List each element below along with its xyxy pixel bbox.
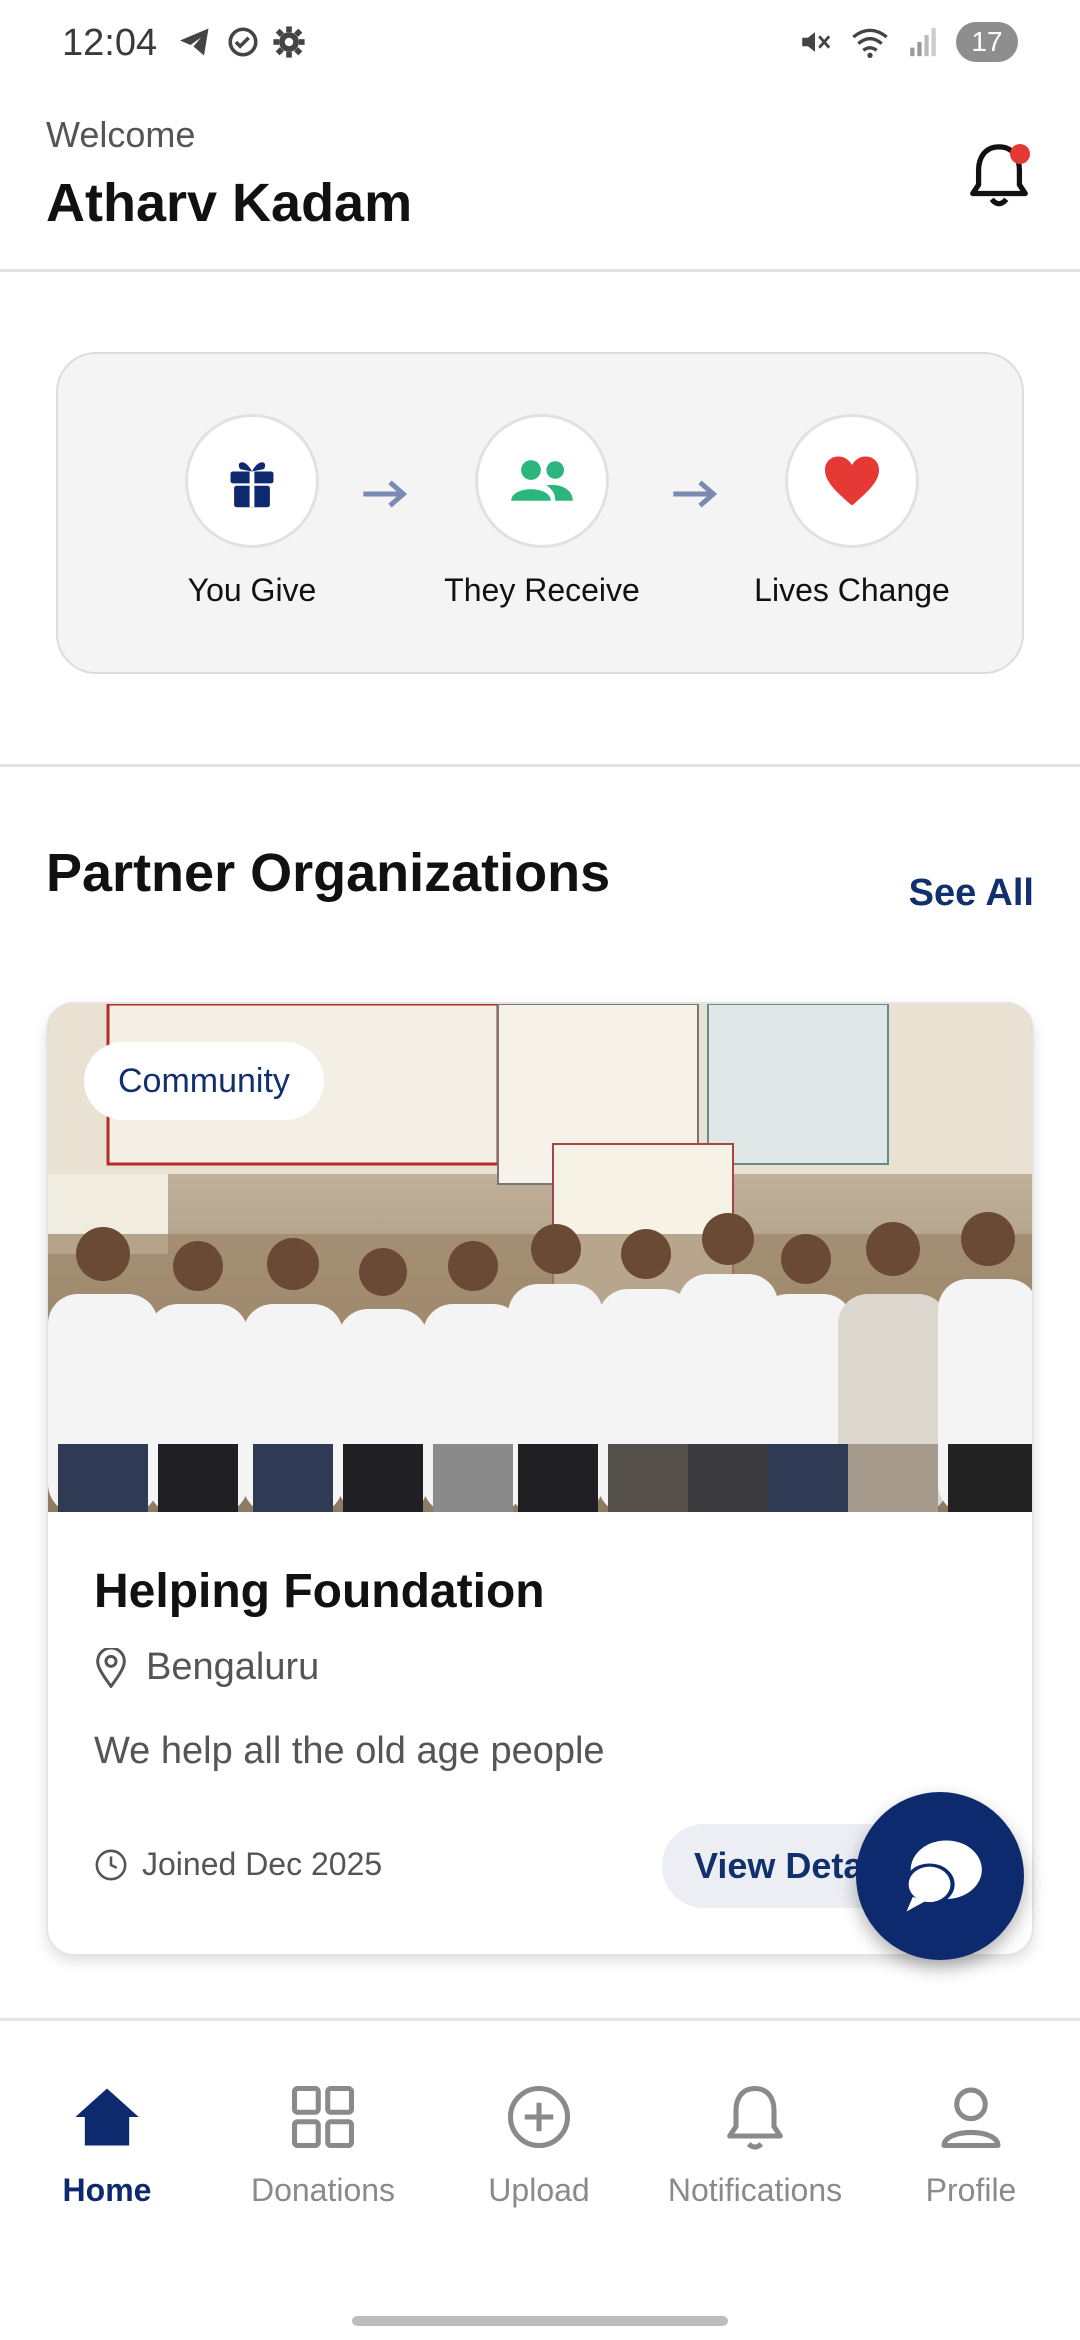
nav-notifications[interactable]: Notifications bbox=[650, 2079, 860, 2209]
status-bar: 12:04 17 bbox=[0, 0, 1080, 90]
flow-step-circle bbox=[475, 414, 609, 548]
wifi-icon bbox=[852, 28, 888, 58]
telegram-icon bbox=[180, 28, 209, 56]
section-divider bbox=[0, 764, 1080, 767]
organization-description: We help all the old age people bbox=[94, 1730, 605, 1772]
section-title: Partner Organizations bbox=[46, 843, 611, 903]
status-time: 12:04 bbox=[62, 22, 158, 64]
settings-gear-icon bbox=[273, 26, 305, 58]
nav-label: Notifications bbox=[667, 2172, 843, 2208]
organization-location: Bengaluru bbox=[94, 1646, 319, 1689]
arrow-right-icon bbox=[673, 480, 718, 508]
bell-icon bbox=[727, 2085, 783, 2150]
people-icon bbox=[511, 460, 573, 501]
home-icon bbox=[75, 2088, 139, 2146]
mute-icon bbox=[802, 32, 831, 52]
clock-icon bbox=[95, 1849, 127, 1880]
plus-circle-icon bbox=[507, 2085, 571, 2149]
organization-photo: Community bbox=[48, 1004, 1032, 1512]
nav-label: Profile bbox=[925, 2172, 1017, 2208]
nav-label: Upload bbox=[488, 2172, 590, 2208]
status-left-icons bbox=[176, 24, 306, 60]
grid-icon bbox=[291, 2085, 355, 2149]
flow-step-label: Lives Change bbox=[754, 572, 950, 608]
flow-step-change: Lives Change bbox=[732, 414, 972, 609]
joined-text: Joined Dec 2025 bbox=[142, 1846, 383, 1882]
check-circle-icon bbox=[228, 27, 258, 57]
nav-upload[interactable]: Upload bbox=[434, 2079, 644, 2209]
welcome-label: Welcome bbox=[46, 114, 196, 155]
nav-home[interactable]: Home bbox=[2, 2079, 212, 2209]
gift-icon bbox=[230, 462, 274, 508]
flow-step-label: You Give bbox=[187, 572, 317, 608]
flow-step-circle bbox=[185, 414, 319, 548]
arrow-right-icon bbox=[363, 480, 408, 508]
joined-date: Joined Dec 2025 bbox=[94, 1846, 382, 1883]
organization-name: Helping Foundation bbox=[94, 1565, 545, 1618]
signal-icon bbox=[910, 27, 936, 57]
status-right-icons: 17 bbox=[798, 22, 1018, 62]
bottom-navigation: Home Donations Upload Notifications Prof… bbox=[0, 2018, 1080, 2340]
nav-profile[interactable]: Profile bbox=[866, 2079, 1076, 2209]
flow-step-receive: They Receive bbox=[422, 414, 662, 609]
home-indicator[interactable] bbox=[352, 2316, 728, 2326]
nav-donations[interactable]: Donations bbox=[218, 2079, 428, 2209]
location-text: Bengaluru bbox=[146, 1646, 320, 1688]
person-icon bbox=[941, 2087, 1001, 2149]
giving-flow-card: You Give They Receive Lives Change bbox=[56, 352, 1024, 674]
battery-indicator: 17 bbox=[956, 22, 1018, 62]
flow-step-give: You Give bbox=[132, 414, 372, 609]
see-all-link[interactable]: See All bbox=[909, 872, 1034, 915]
category-tag: Community bbox=[84, 1042, 324, 1120]
unread-dot bbox=[1010, 144, 1030, 164]
heart-icon bbox=[825, 456, 879, 506]
flow-step-label: They Receive bbox=[444, 572, 640, 608]
chat-fab-button[interactable] bbox=[856, 1792, 1024, 1960]
nav-label: Home bbox=[62, 2172, 152, 2208]
flow-step-circle bbox=[785, 414, 919, 548]
nav-label: Donations bbox=[250, 2172, 396, 2208]
notification-button[interactable] bbox=[964, 138, 1034, 214]
chat-bubble-icon bbox=[904, 1840, 982, 1912]
user-name: Atharv Kadam bbox=[46, 173, 413, 233]
app-header: Welcome Atharv Kadam bbox=[0, 90, 1080, 272]
location-pin-icon bbox=[96, 1647, 126, 1688]
